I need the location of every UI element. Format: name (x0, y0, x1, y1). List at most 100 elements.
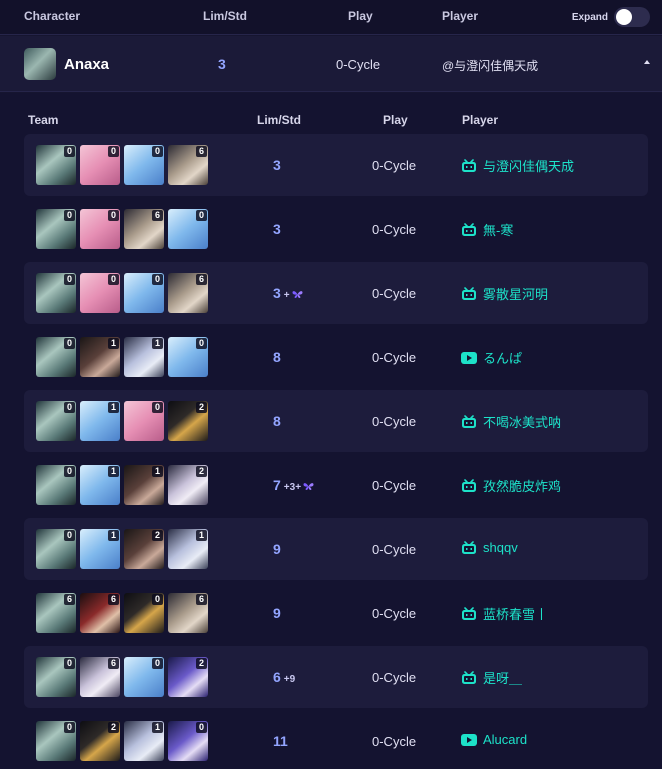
character-player[interactable]: @与澄闪佳偶天成 (442, 57, 538, 74)
player-name[interactable]: 与澄闪佳偶天成 (483, 156, 574, 175)
table-header: Character Lim/Std Play Player Expand (0, 0, 662, 35)
character-avatar[interactable]: 2 (124, 529, 164, 569)
lim-std-value: 9 (273, 605, 281, 621)
character-avatar[interactable]: 6 (80, 593, 120, 633)
character-avatar[interactable]: 1 (124, 721, 164, 761)
player-name[interactable]: 蓝桥春雪丨 (483, 604, 548, 623)
lim-count: 8 (273, 413, 281, 429)
lim-std-value: 3 (273, 157, 281, 173)
player-link[interactable]: 与澄闪佳偶天成 (461, 156, 574, 175)
character-avatar[interactable]: 6 (36, 593, 76, 633)
bilibili-icon (461, 540, 477, 555)
player-name[interactable]: 孜然脆皮炸鸡 (483, 476, 561, 495)
character-row[interactable]: Anaxa 3 0-Cycle @与澄闪佳偶天成 (0, 36, 662, 92)
character-avatar[interactable]: 0 (124, 401, 164, 441)
character-avatar[interactable]: 6 (124, 209, 164, 249)
character-avatar[interactable]: 0 (36, 721, 76, 761)
character-avatar[interactable]: 1 (80, 529, 120, 569)
team-table-header: Team Lim/Std Play Player (0, 93, 662, 133)
character-avatar[interactable]: 2 (168, 657, 208, 697)
player-link[interactable]: 無-寒 (461, 220, 513, 239)
player-link[interactable]: Alucard (461, 732, 527, 747)
character-lim-std: 3 (218, 56, 226, 72)
character-avatar[interactable]: 0 (36, 273, 76, 313)
youtube-icon (461, 733, 477, 746)
character-avatar[interactable]: 1 (168, 529, 208, 569)
team-row[interactable]: 0 1 1 0 8 0-Cycle るんぱ (24, 326, 648, 388)
eidolon-badge: 0 (152, 402, 163, 413)
team-row[interactable]: 0 2 1 0 11 0-Cycle Alucard (24, 710, 648, 769)
team-avatars: 0 0 0 6 (36, 273, 212, 313)
character-avatar[interactable]: 6 (168, 273, 208, 313)
team-avatars: 0 1 0 2 (36, 401, 212, 441)
team-row[interactable]: 0 1 1 2 7 +3+ 0-Cycle 孜然脆皮炸鸡 (24, 454, 648, 516)
team-row[interactable]: 0 0 0 6 3 +0-Cycle 雾散星河明 (24, 262, 648, 324)
player-link[interactable]: 不喝冰美式呐 (461, 412, 561, 431)
bilibili-icon (461, 414, 477, 429)
character-avatar[interactable]: 0 (36, 657, 76, 697)
lim-count: 3 (273, 157, 281, 173)
character-avatar[interactable]: 0 (36, 465, 76, 505)
character-avatar[interactable]: 6 (80, 657, 120, 697)
character-avatar[interactable]: 1 (124, 465, 164, 505)
eidolon-badge: 0 (152, 658, 163, 669)
player-name[interactable]: 無-寒 (483, 220, 513, 239)
character-avatar[interactable]: 1 (80, 337, 120, 377)
team-row[interactable]: 0 1 2 1 9 0-Cycle shqqv (24, 518, 648, 580)
character-avatar[interactable]: 2 (168, 465, 208, 505)
player-name[interactable]: Alucard (483, 732, 527, 747)
character-avatar[interactable]: 1 (80, 401, 120, 441)
player-link[interactable]: 蓝桥春雪丨 (461, 604, 548, 623)
character-avatar[interactable]: 0 (168, 209, 208, 249)
character-avatar[interactable]: 6 (168, 593, 208, 633)
expand-toggle[interactable] (614, 7, 650, 27)
eidolon-badge: 2 (196, 658, 207, 669)
player-name[interactable]: るんぱ (483, 348, 522, 367)
eidolon-badge: 6 (108, 658, 119, 669)
collapse-caret-icon[interactable] (644, 60, 650, 64)
eidolon-badge: 0 (108, 274, 119, 285)
team-avatars: 6 6 0 6 (36, 593, 212, 633)
team-row[interactable]: 6 6 0 6 9 0-Cycle 蓝桥春雪丨 (24, 582, 648, 644)
lim-count: 3 (273, 221, 281, 237)
character-avatar[interactable]: 0 (168, 721, 208, 761)
player-name[interactable]: shqqv (483, 540, 518, 555)
team-row[interactable]: 0 1 0 2 8 0-Cycle 不喝冰美式呐 (24, 390, 648, 452)
character-avatar[interactable]: 0 (36, 529, 76, 569)
toggle-knob (616, 9, 632, 25)
character-avatar[interactable]: 6 (168, 145, 208, 185)
character-avatar[interactable]: 0 (80, 145, 120, 185)
character-avatar[interactable]: 0 (168, 337, 208, 377)
lim-std-value: 11 (273, 733, 288, 749)
eidolon-badge: 0 (64, 402, 75, 413)
player-name[interactable]: 雾散星河明 (483, 284, 548, 303)
team-row[interactable]: 0 0 0 6 3 0-Cycle 与澄闪佳偶天成 (24, 134, 648, 196)
character-avatar[interactable]: 0 (124, 145, 164, 185)
character-avatar[interactable]: 0 (36, 209, 76, 249)
lim-count: 11 (273, 733, 288, 749)
team-row[interactable]: 0 0 6 0 3 0-Cycle 無-寒 (24, 198, 648, 260)
character-avatar[interactable]: 0 (80, 273, 120, 313)
play-value: 0-Cycle (372, 542, 417, 557)
lim-extra: +3+ (283, 482, 302, 493)
player-link[interactable]: shqqv (461, 540, 518, 555)
player-link[interactable]: 雾散星河明 (461, 284, 548, 303)
player-name[interactable]: 是呀＿ (483, 668, 522, 687)
character-avatar[interactable]: 1 (80, 465, 120, 505)
player-link[interactable]: 是呀＿ (461, 668, 522, 687)
character-avatar[interactable]: 0 (36, 401, 76, 441)
player-link[interactable]: るんぱ (461, 348, 522, 367)
player-name[interactable]: 不喝冰美式呐 (483, 412, 561, 431)
expand-control: Expand (572, 5, 650, 29)
character-avatar[interactable]: 0 (124, 657, 164, 697)
character-avatar[interactable]: 0 (80, 209, 120, 249)
team-row[interactable]: 0 6 0 2 6 +9 0-Cycle 是呀＿ (24, 646, 648, 708)
character-avatar[interactable]: 2 (80, 721, 120, 761)
player-link[interactable]: 孜然脆皮炸鸡 (461, 476, 561, 495)
character-avatar[interactable]: 0 (124, 593, 164, 633)
character-avatar[interactable]: 2 (168, 401, 208, 441)
character-avatar[interactable]: 0 (36, 337, 76, 377)
character-avatar[interactable]: 0 (36, 145, 76, 185)
character-avatar[interactable]: 1 (124, 337, 164, 377)
character-avatar[interactable]: 0 (124, 273, 164, 313)
